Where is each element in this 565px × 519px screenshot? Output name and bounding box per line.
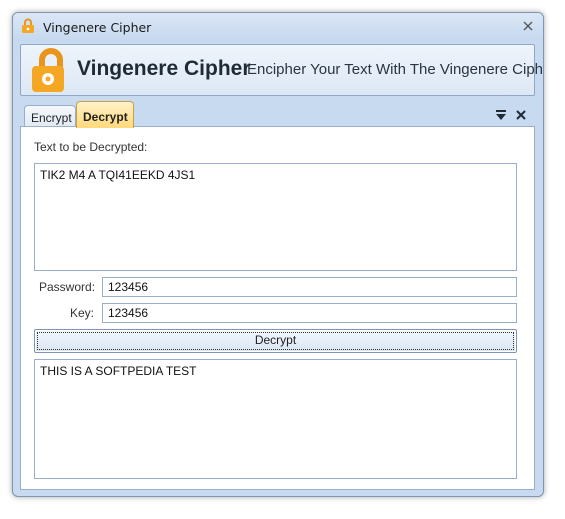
banner-title: Vingenere Cipher (77, 57, 251, 80)
input-label: Text to be Decrypted: (34, 140, 148, 154)
app-window: Vingenere Cipher Vingenere Cipher Enciph… (12, 12, 544, 497)
key-field[interactable]: 123456 (102, 303, 517, 323)
tab-encrypt[interactable]: Encrypt (24, 105, 76, 127)
banner-subtitle: Encipher Your Text With The Vingenere Ci… (247, 61, 544, 78)
tab-decrypt[interactable]: Decrypt (76, 101, 134, 128)
decrypt-panel: Text to be Decrypted: TIK2 M4 A TQI41EEK… (20, 126, 535, 490)
close-icon[interactable] (521, 19, 535, 33)
lock-icon (22, 18, 34, 33)
lock-icon (32, 48, 64, 92)
dropdown-menu-icon[interactable] (495, 109, 507, 121)
window-title: Vingenere Cipher (43, 20, 152, 35)
password-field[interactable]: 123456 (102, 277, 517, 297)
password-label: Password: (39, 280, 96, 294)
tab-strip: Encrypt Decrypt (20, 101, 535, 128)
ciphertext-input[interactable]: TIK2 M4 A TQI41EEKD 4JS1 (34, 163, 517, 271)
plaintext-output[interactable]: THIS IS A SOFTPEDIA TEST (34, 359, 517, 479)
focus-rect (37, 332, 514, 350)
panel-close-icon[interactable] (515, 109, 527, 121)
decrypt-button[interactable]: Decrypt (34, 329, 517, 353)
title-bar[interactable]: Vingenere Cipher (13, 13, 543, 41)
header-banner: Vingenere Cipher Encipher Your Text With… (20, 44, 543, 96)
key-label: Key: (70, 306, 95, 320)
